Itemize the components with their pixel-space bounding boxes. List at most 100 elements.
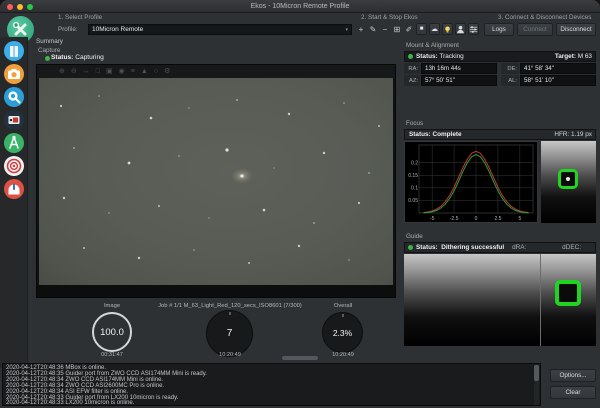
image-progress-value: 100.0 [100, 327, 124, 338]
svg-text:0: 0 [475, 216, 478, 222]
focus-status-row: Status: Complete HFR: 1.19 px [404, 129, 596, 140]
edit-profile-button[interactable]: ✎ [368, 24, 378, 35]
focus-star-thumbnail [541, 141, 596, 223]
preview-toolbar-icon-8[interactable]: ○ [154, 65, 158, 78]
profile-select[interactable]: 10Micron Remote ▾ [88, 24, 352, 35]
de-label: DE: [501, 63, 519, 74]
svg-text:2.5: 2.5 [494, 216, 501, 222]
log-options-button[interactable]: Options... [550, 369, 596, 382]
profile-label: Profile: [58, 26, 78, 33]
options-sliders-button[interactable] [468, 23, 479, 35]
ekos-window: Ekos - 10Micron Remote Profile 1. Select… [0, 0, 600, 408]
dome-icon [4, 179, 24, 199]
guide-status-dot [408, 245, 413, 250]
preview-bottom-bar [37, 285, 395, 297]
preview-toolbar: ⊕ ⊖ ↔ □ ▣ ◉ ≡ ▲ ○ ⚙ [37, 65, 395, 78]
svg-text:-5: -5 [430, 216, 435, 222]
sidebar-item-align[interactable] [4, 110, 24, 130]
svg-text:0.2: 0.2 [411, 160, 418, 166]
mount-status-row: Status: Tracking Target: M 63 [404, 51, 596, 62]
overall-progress-gauge: 2.3% [322, 312, 363, 353]
sidebar-item-mount[interactable] [4, 133, 24, 153]
preview-toolbar-icon-4[interactable]: ▣ [106, 65, 113, 78]
guide-panel [404, 254, 596, 346]
preview-toolbar-icon-3[interactable]: □ [96, 65, 100, 78]
sidebar-item-observatory[interactable] [4, 179, 24, 199]
chevron-down-icon: ▾ [345, 27, 348, 33]
guide-status-label: Status: [416, 244, 438, 251]
module-sidebar [0, 37, 28, 368]
connect-button[interactable]: Connect [517, 23, 553, 36]
person-icon [456, 25, 465, 34]
guide-section-title: Guide [406, 233, 423, 240]
indi-panel-button[interactable] [442, 23, 453, 35]
lightbulb-icon [443, 25, 452, 34]
mount-status-label: Status: [416, 53, 438, 60]
mount-section-title: Mount & Alignment [406, 42, 459, 49]
log-line: 2020-04-12T20:48:33 LX200 10micron is on… [6, 401, 532, 406]
log-scrollbar-thumb[interactable] [534, 365, 539, 381]
focus-section-title: Focus [406, 120, 423, 127]
ra-value: 13h 16m 44s [421, 63, 497, 74]
image-progress-gauge: 100.0 [92, 312, 132, 352]
log-scrollbar[interactable] [534, 365, 539, 406]
svg-text:0.05: 0.05 [408, 198, 418, 204]
ekos-live-button[interactable]: ☁ [429, 23, 440, 35]
tab-summary[interactable]: Summary [36, 38, 63, 45]
log-console[interactable]: 2020-04-12T20:48:36 MBox is online.2020-… [2, 363, 541, 406]
capture-section-title: Capture [38, 47, 60, 54]
cloud-icon: ☁ [431, 25, 438, 33]
sidebar-item-focus[interactable] [4, 87, 24, 107]
focus-status-value: Complete [432, 131, 461, 138]
focus-status-label: Status: [405, 131, 431, 138]
preview-toolbar-icon-7[interactable]: ▲ [141, 65, 148, 78]
guide-drift-area [404, 254, 540, 346]
sidebar-item-capture[interactable] [4, 64, 24, 84]
job-progress-value: 7 [227, 328, 233, 339]
window-title: Ekos - 10Micron Remote Profile [0, 3, 600, 10]
al-label: AL: [501, 75, 519, 86]
preview-toolbar-icon-5[interactable]: ◉ [119, 65, 125, 78]
preview-toolbar-icon-2[interactable]: ↔ [83, 65, 90, 78]
preview-toolbar-icon-9[interactable]: ⚙ [164, 65, 170, 78]
title-bar: Ekos - 10Micron Remote Profile [0, 0, 600, 13]
focus-hfr: HFR: 1.19 px [554, 131, 595, 138]
sidebar-item-guide[interactable] [4, 156, 24, 176]
az-label: AZ: [404, 75, 420, 86]
profile-wizard-button[interactable]: ✐ [404, 24, 414, 35]
capture-status-label: Status: [51, 54, 73, 61]
guide-status-value: Dithering successful [441, 244, 504, 251]
svg-text:0.1: 0.1 [411, 186, 418, 192]
sidebar-item-devices[interactable] [4, 41, 24, 61]
capture-status: Status: Capturing [51, 54, 104, 61]
svg-text:0.15: 0.15 [408, 173, 418, 179]
observer-button[interactable] [455, 23, 466, 35]
preview-toolbar-icon-1[interactable]: ⊖ [71, 65, 77, 78]
focus-star-box [558, 169, 578, 189]
preview-toolbar-icon-0[interactable]: ⊕ [59, 65, 65, 78]
sky-image [39, 78, 393, 285]
al-value: 58° 51' 10" [520, 75, 596, 86]
splitter-handle[interactable] [282, 356, 318, 360]
disconnect-button[interactable]: Disconnect [556, 23, 596, 36]
add-profile-button[interactable]: + [356, 24, 366, 35]
telescope-mount-icon [4, 133, 24, 153]
logs-button[interactable]: Logs [484, 23, 514, 36]
capture-status-value: Capturing [75, 54, 104, 61]
guide-star-thumbnail [541, 254, 596, 346]
stop-ekos-button[interactable]: ■ [416, 23, 427, 35]
clone-profile-button[interactable]: ⊞ [392, 24, 402, 35]
remove-profile-button[interactable]: − [380, 24, 390, 35]
job-gauge-label: Job # 1/1 M_63_Light_Red_120_secs_ISO860… [120, 303, 340, 309]
az-value: 57° 50' 51" [421, 75, 497, 86]
magnifier-icon [4, 87, 24, 107]
job-time: 10:20:49 [200, 352, 260, 358]
capture-preview: ⊕ ⊖ ↔ □ ▣ ◉ ≡ ▲ ○ ⚙ [36, 64, 396, 298]
stop-icon: ■ [420, 26, 424, 32]
preview-toolbar-icon-6[interactable]: ≡ [131, 65, 135, 78]
log-clear-button[interactable]: Clear [550, 386, 596, 399]
align-icon [4, 110, 24, 130]
guide-status-row: Status: Dithering successful dRA: dDEC: [404, 242, 596, 253]
mount-status-value: Tracking [439, 53, 463, 60]
overall-progress-value: 2.3% [333, 328, 352, 338]
